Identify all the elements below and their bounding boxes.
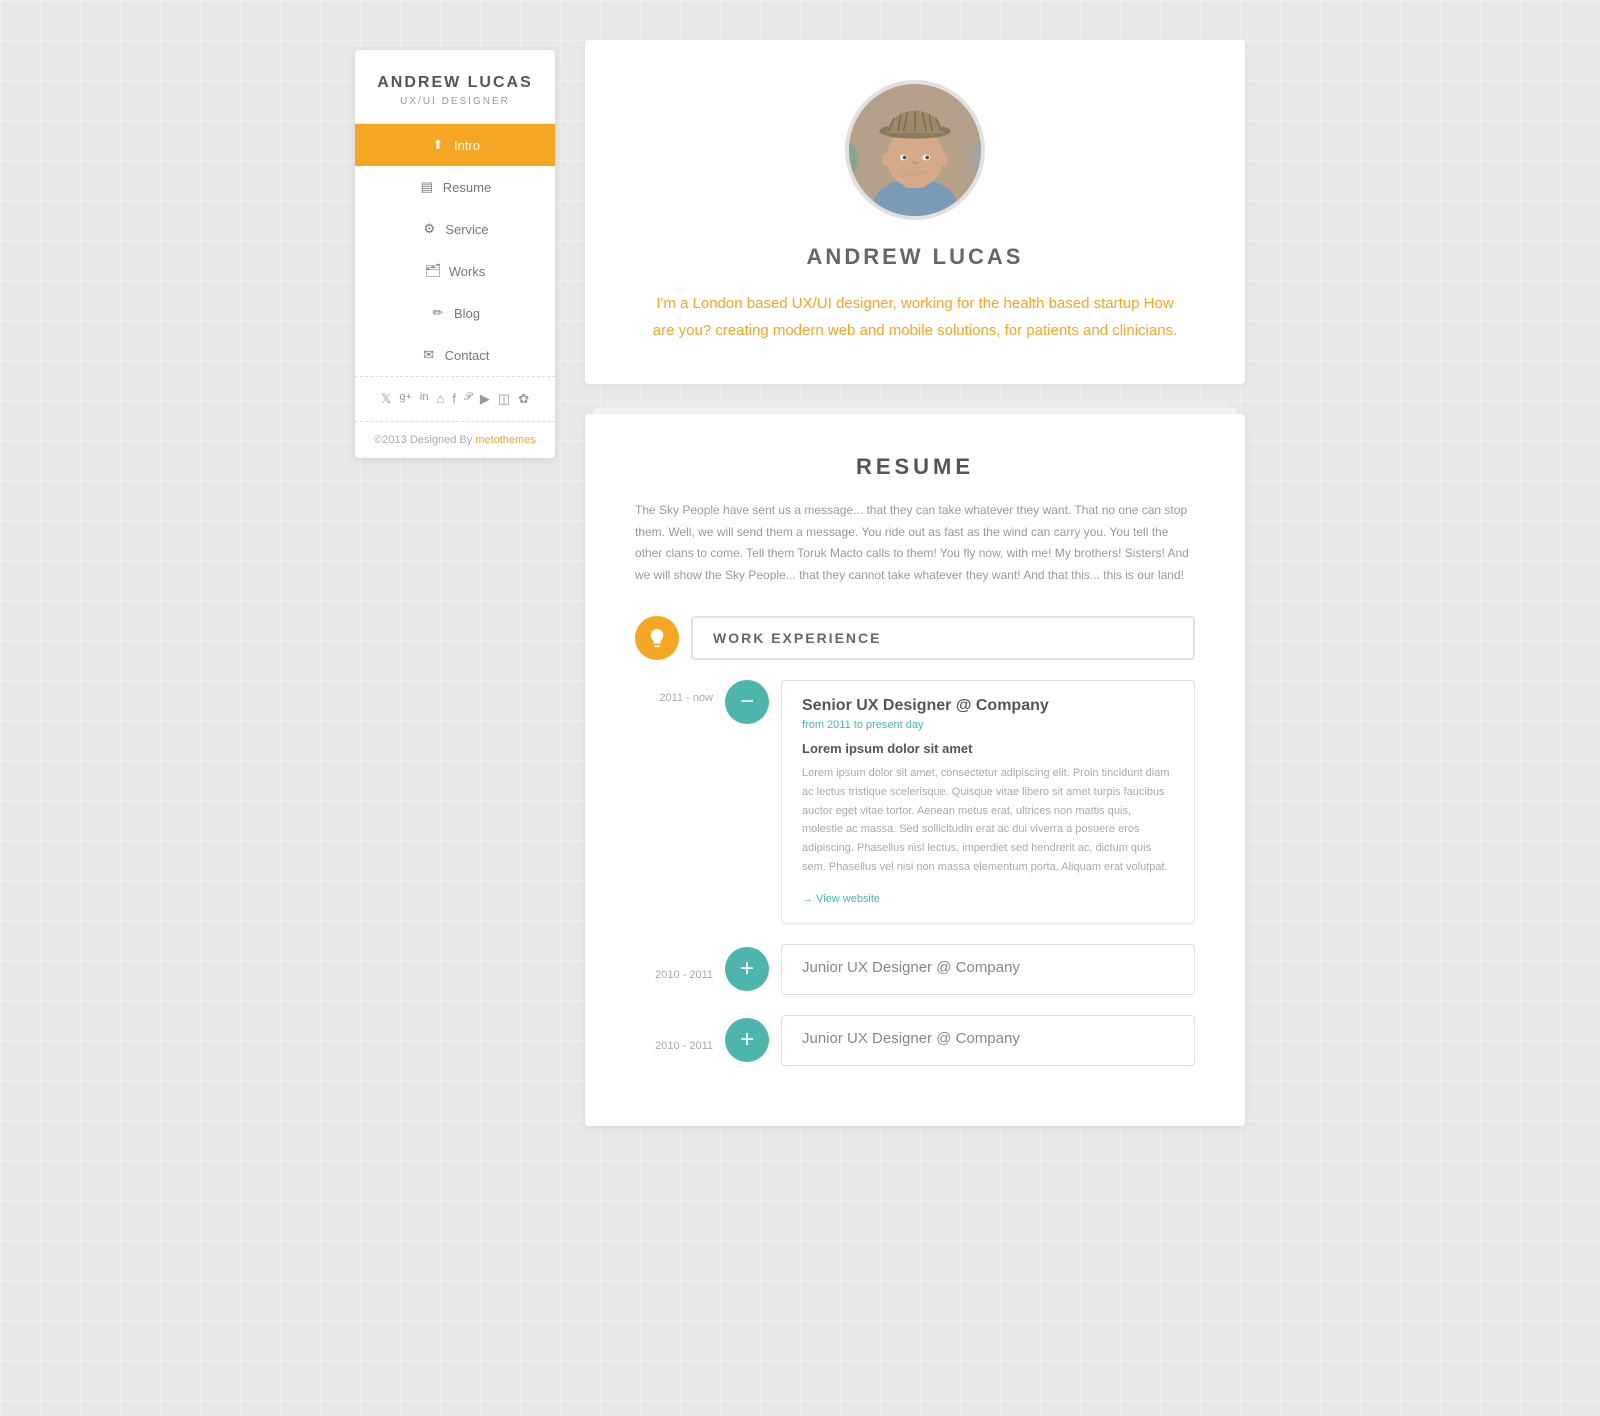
sidebar-header: ANDREW LUCAS UX/UI DESIGNER	[355, 50, 555, 124]
social-vimeo[interactable]: ▶	[480, 391, 490, 407]
intro-icon: ⬆	[430, 137, 446, 153]
social-github[interactable]: ⌂	[436, 391, 444, 407]
nav-label-resume: Resume	[443, 180, 491, 195]
social-instagram[interactable]: ◫	[498, 391, 510, 407]
nav-link-works[interactable]: 🗂 Works	[355, 250, 555, 292]
works-icon: 🗂	[425, 263, 441, 279]
job1-view-link[interactable]: → View website	[802, 893, 880, 905]
contact-icon: ✉	[421, 347, 437, 363]
sidebar-footer: ©2013 Designed By metothemes	[355, 422, 555, 458]
timeline-item-job2: 2010 - 2011 + Junior UX Designer @ Compa…	[635, 944, 1195, 995]
social-dribbble[interactable]: ✿	[518, 391, 529, 407]
social-linkedin[interactable]: in	[420, 391, 429, 407]
nav-label-blog: Blog	[454, 306, 480, 321]
timeline-year-job3: 2010 - 2011	[655, 1040, 713, 1052]
nav-link-contact[interactable]: ✉ Contact	[355, 334, 555, 376]
footer-link[interactable]: metothemes	[475, 434, 536, 446]
nav-item-intro[interactable]: ⬆ Intro	[355, 124, 555, 166]
timeline-item-job1: 2011 - now − Senior UX Designer @ Compan…	[635, 680, 1195, 923]
job1-content-body: Lorem ipsum dolor sit amet, consectetur …	[802, 764, 1174, 876]
sidebar-social: 𝕏 g+ in ⌂ f 𝒫 ▶ ◫ ✿	[355, 376, 555, 422]
nav-link-service[interactable]: ⚙ Service	[355, 208, 555, 250]
footer-text: ©2013 Designed By	[374, 434, 475, 446]
social-facebook[interactable]: f	[452, 391, 456, 407]
timeline-year-job1: 2011 - now	[659, 692, 713, 704]
intro-section: ANDREW LUCAS I'm a London based UX/UI de…	[585, 40, 1245, 384]
nav-item-blog[interactable]: ✏ Blog	[355, 292, 555, 334]
timeline-item-left-job1: 2011 - now	[635, 680, 725, 704]
timeline-dot-job2[interactable]: +	[725, 947, 769, 991]
timeline-dot-job1[interactable]: −	[725, 680, 769, 724]
timeline: WORK EXPERIENCE 2011 - now − Senior UX D…	[635, 616, 1195, 1065]
resume-section: RESUME The Sky People have sent us a mes…	[585, 414, 1245, 1126]
social-gplus[interactable]: g+	[399, 391, 412, 407]
resume-title: RESUME	[635, 454, 1195, 480]
intro-name: ANDREW LUCAS	[645, 244, 1185, 270]
nav-item-works[interactable]: 🗂 Works	[355, 250, 555, 292]
sidebar: ANDREW LUCAS UX/UI DESIGNER ⬆ Intro ▤ Re…	[355, 50, 555, 458]
job1-title: Senior UX Designer @ Company	[802, 697, 1174, 715]
timeline-content-job3: Junior UX Designer @ Company	[781, 1015, 1195, 1066]
sidebar-nav: ⬆ Intro ▤ Resume ⚙ Service 🗂 Works ✏	[355, 124, 555, 376]
nav-link-intro[interactable]: ⬆ Intro	[355, 124, 555, 166]
nav-item-service[interactable]: ⚙ Service	[355, 208, 555, 250]
timeline-content-job2: Junior UX Designer @ Company	[781, 944, 1195, 995]
nav-link-resume[interactable]: ▤ Resume	[355, 166, 555, 208]
work-experience-header: WORK EXPERIENCE	[635, 616, 1195, 660]
timeline-item-left-job2: 2010 - 2011	[635, 957, 725, 981]
timeline-dot-job3[interactable]: +	[725, 1018, 769, 1062]
social-pinterest[interactable]: 𝒫	[464, 391, 472, 407]
work-experience-icon	[635, 616, 679, 660]
resume-icon: ▤	[419, 179, 435, 195]
service-icon: ⚙	[421, 221, 437, 237]
timeline-content-job1: Senior UX Designer @ Company from 2011 t…	[781, 680, 1195, 923]
social-twitter[interactable]: 𝕏	[381, 391, 391, 407]
nav-item-resume[interactable]: ▤ Resume	[355, 166, 555, 208]
job1-content-title: Lorem ipsum dolor sit amet	[802, 741, 1174, 756]
nav-link-blog[interactable]: ✏ Blog	[355, 292, 555, 334]
timeline-item-job3: 2010 - 2011 + Junior UX Designer @ Compa…	[635, 1015, 1195, 1066]
work-experience-label: WORK EXPERIENCE	[691, 616, 1195, 660]
nav-label-contact: Contact	[445, 348, 490, 363]
blog-icon: ✏	[430, 305, 446, 321]
nav-label-works: Works	[449, 264, 486, 279]
avatar	[845, 80, 985, 220]
sidebar-name: ANDREW LUCAS	[371, 74, 539, 92]
intro-bio: I'm a London based UX/UI designer, worki…	[645, 290, 1185, 344]
job1-date: from 2011 to present day	[802, 719, 1174, 731]
job2-title: Junior UX Designer @ Company	[802, 959, 1174, 976]
resume-intro: The Sky People have sent us a message...…	[635, 500, 1195, 586]
nav-label-service: Service	[445, 222, 488, 237]
job3-title: Junior UX Designer @ Company	[802, 1030, 1174, 1047]
nav-label-intro: Intro	[454, 138, 480, 153]
timeline-year-job2: 2010 - 2011	[655, 969, 713, 981]
timeline-item-left-job3: 2010 - 2011	[635, 1028, 725, 1052]
nav-item-contact[interactable]: ✉ Contact	[355, 334, 555, 376]
main-content: ANDREW LUCAS I'm a London based UX/UI de…	[585, 40, 1245, 1126]
sidebar-role: UX/UI DESIGNER	[371, 96, 539, 107]
